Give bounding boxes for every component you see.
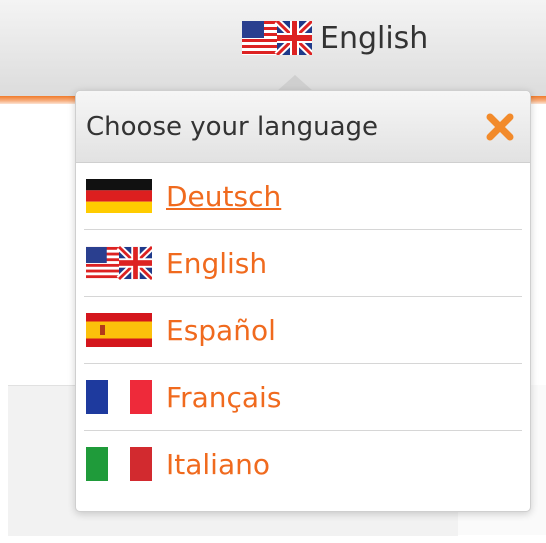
dropdown-caret xyxy=(277,75,313,91)
france-flag-icon xyxy=(86,380,152,414)
language-dropdown: Choose your language Deutsch English Esp… xyxy=(75,90,531,512)
close-button[interactable] xyxy=(484,111,516,143)
language-label[interactable]: Español xyxy=(166,314,276,347)
dropdown-header: Choose your language xyxy=(76,91,530,163)
language-label[interactable]: English xyxy=(166,247,267,280)
language-option-english[interactable]: English xyxy=(84,230,522,297)
language-label[interactable]: Italiano xyxy=(166,448,270,481)
language-option-italiano[interactable]: Italiano xyxy=(84,431,522,497)
dropdown-title: Choose your language xyxy=(86,111,379,142)
spain-flag-icon xyxy=(86,313,152,347)
language-selector[interactable]: English xyxy=(242,18,428,58)
language-option-francais[interactable]: Français xyxy=(84,364,522,431)
us-uk-flag-icon xyxy=(242,21,312,55)
close-icon xyxy=(486,113,514,140)
language-list: Deutsch English Español Français Italian… xyxy=(76,163,530,497)
us-uk-flag-icon xyxy=(86,246,152,280)
top-bar: English xyxy=(0,0,546,96)
germany-flag-icon xyxy=(86,179,152,213)
italy-flag-icon xyxy=(86,447,152,481)
current-language-label: English xyxy=(320,20,429,56)
language-option-espanol[interactable]: Español xyxy=(84,297,522,364)
language-label[interactable]: Deutsch xyxy=(166,180,281,213)
language-option-deutsch[interactable]: Deutsch xyxy=(84,163,522,230)
language-label[interactable]: Français xyxy=(166,381,281,414)
